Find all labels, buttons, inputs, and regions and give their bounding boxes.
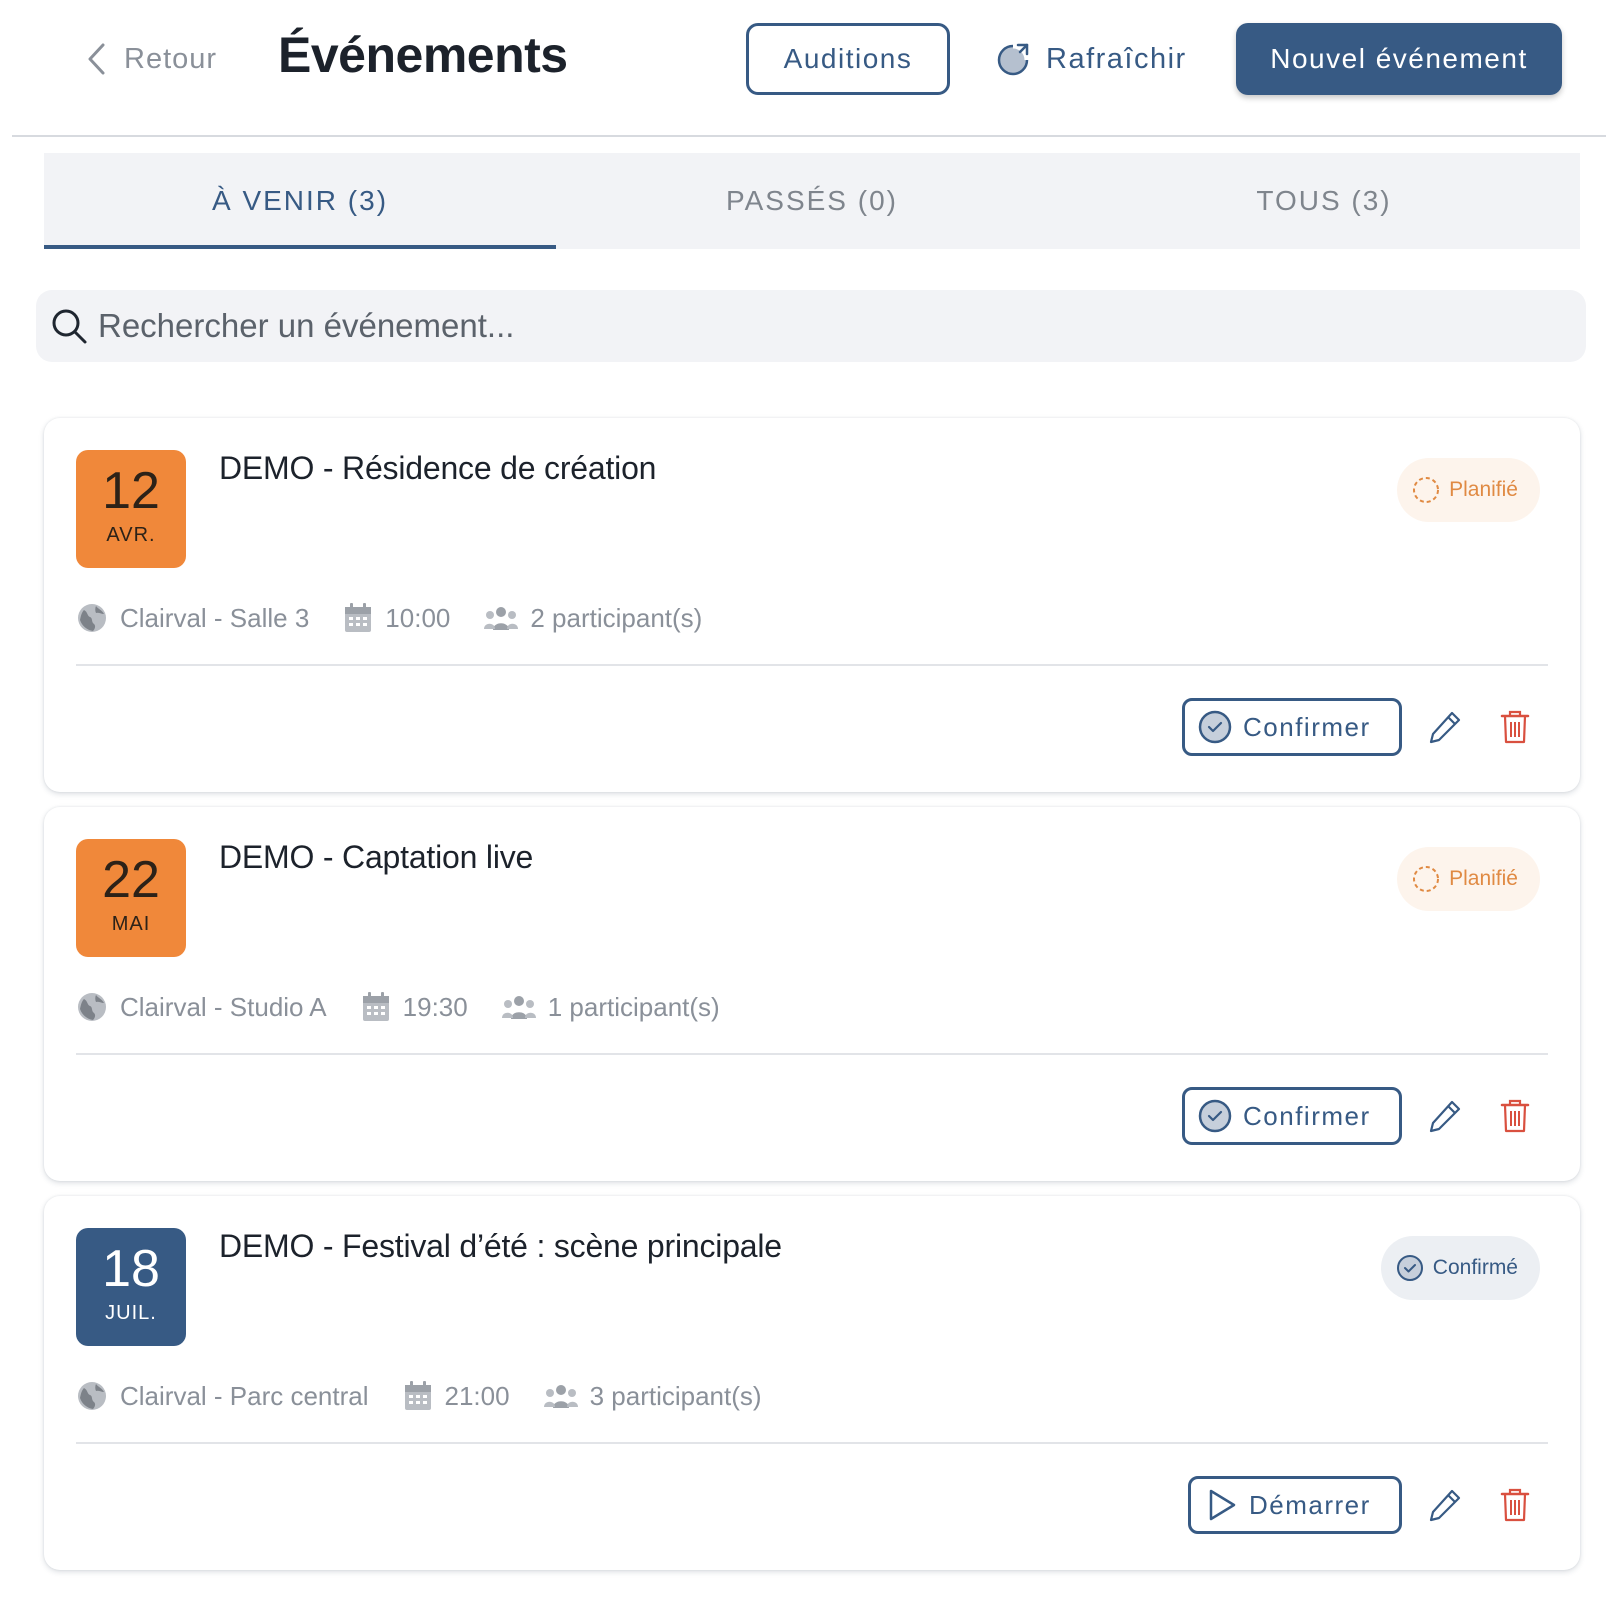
confirm-button[interactable]: Confirmer: [1182, 1087, 1402, 1145]
event-month: JUIL.: [105, 1302, 157, 1324]
event-title: DEMO - Festival d’été : scène principale: [219, 1228, 782, 1264]
card-divider: [76, 1053, 1548, 1055]
people-icon: [484, 607, 519, 630]
event-time: 10:00: [385, 602, 451, 633]
status-badge: Planifié: [1397, 847, 1540, 911]
card-divider: [76, 664, 1548, 666]
trash-icon: [1500, 1099, 1530, 1133]
event-card[interactable]: 18 JUIL. DEMO - Festival d’été : scène p…: [44, 1196, 1580, 1570]
dashed-circle-icon: [1413, 866, 1440, 892]
confirm-button[interactable]: Confirmer: [1182, 698, 1402, 756]
calendar-icon: [404, 1381, 431, 1410]
dashed-circle-icon: [1413, 477, 1440, 503]
event-card[interactable]: 22 MAI DEMO - Captation live Planifié Cl…: [44, 807, 1580, 1181]
status-badge: Confirmé: [1380, 1236, 1540, 1300]
edit-button[interactable]: [1426, 1097, 1464, 1135]
status-label: Planifié: [1449, 478, 1518, 501]
event-title: DEMO - Captation live: [219, 839, 534, 875]
delete-button[interactable]: [1496, 1486, 1534, 1524]
chevron-left-icon: [88, 43, 105, 75]
status-label: Planifié: [1449, 867, 1518, 890]
event-meta: Clairval - Parc central 21:00 3 particip…: [76, 1376, 796, 1416]
edit-button[interactable]: [1426, 708, 1464, 746]
trash-icon: [1500, 710, 1530, 744]
event-meta: Clairval - Studio A 19:30 1 participant(…: [76, 987, 754, 1027]
new-event-button[interactable]: Nouvel événement: [1236, 23, 1562, 95]
event-day: 22: [102, 851, 160, 909]
event-meta: Clairval - Salle 3 10:00 2 participant(s…: [76, 598, 736, 638]
check-circle-icon: [1198, 1099, 1232, 1133]
calendar-icon: [345, 603, 372, 632]
tab-bar: À VENIR (3) PASSÉS (0) TOUS (3): [44, 153, 1580, 249]
tab-upcoming[interactable]: À VENIR (3): [44, 153, 556, 249]
event-card[interactable]: 12 AVR. DEMO - Résidence de création Pla…: [44, 418, 1580, 792]
back-label: Retour: [124, 42, 218, 75]
event-time: 21:00: [444, 1380, 510, 1411]
event-participants: 1 participant(s): [547, 991, 720, 1022]
status-badge: Planifié: [1397, 458, 1540, 522]
page-title: Événements: [278, 27, 568, 83]
search-bar: [36, 290, 1586, 362]
event-month: MAI: [111, 913, 151, 935]
start-label: Démarrer: [1249, 1489, 1371, 1520]
globe-icon: [78, 993, 106, 1021]
status-label: Confirmé: [1432, 1256, 1518, 1279]
start-button[interactable]: Démarrer: [1188, 1476, 1402, 1534]
event-location: Clairval - Studio A: [120, 991, 327, 1022]
tab-all[interactable]: TOUS (3): [1068, 153, 1580, 249]
event-time: 19:30: [402, 991, 468, 1022]
confirm-label: Confirmer: [1243, 1100, 1371, 1131]
people-icon: [501, 996, 536, 1019]
top-bar: Retour Événements Auditions Rafraîchir N…: [0, 0, 1618, 137]
tab-past[interactable]: PASSÉS (0): [556, 153, 1068, 249]
refresh-label: Rafraîchir: [1046, 42, 1187, 75]
globe-icon: [78, 1382, 106, 1410]
search-icon: [52, 309, 87, 344]
card-divider: [76, 1442, 1548, 1444]
event-date-badge: 18 JUIL.: [76, 1228, 186, 1346]
refresh-icon: [997, 43, 1030, 76]
trash-icon: [1500, 1488, 1530, 1522]
pencil-icon: [1429, 1489, 1461, 1522]
refresh-button[interactable]: Rafraîchir: [996, 36, 1187, 82]
event-participants: 2 participant(s): [530, 602, 703, 633]
edit-button[interactable]: [1426, 1486, 1464, 1524]
back-button[interactable]: Retour: [86, 36, 217, 82]
play-icon: [1209, 1489, 1236, 1521]
globe-icon: [78, 604, 106, 632]
people-icon: [543, 1385, 578, 1408]
event-month: AVR.: [106, 524, 156, 546]
event-title: DEMO - Résidence de création: [219, 450, 657, 486]
header-divider: [12, 135, 1606, 137]
auditions-button[interactable]: Auditions: [746, 23, 950, 95]
event-location: Clairval - Parc central: [120, 1380, 369, 1411]
event-participants: 3 participant(s): [589, 1380, 762, 1411]
delete-button[interactable]: [1496, 708, 1534, 746]
event-day: 18: [102, 1240, 160, 1298]
pencil-icon: [1429, 711, 1461, 744]
check-circle-icon: [1198, 710, 1232, 744]
check-circle-icon: [1396, 1255, 1423, 1281]
search-input[interactable]: [98, 307, 1538, 345]
event-date-badge: 12 AVR.: [76, 450, 186, 568]
event-location: Clairval - Salle 3: [120, 602, 310, 633]
confirm-label: Confirmer: [1243, 711, 1371, 742]
calendar-icon: [362, 992, 389, 1021]
delete-button[interactable]: [1496, 1097, 1534, 1135]
event-day: 12: [102, 462, 160, 520]
event-date-badge: 22 MAI: [76, 839, 186, 957]
pencil-icon: [1429, 1100, 1461, 1133]
